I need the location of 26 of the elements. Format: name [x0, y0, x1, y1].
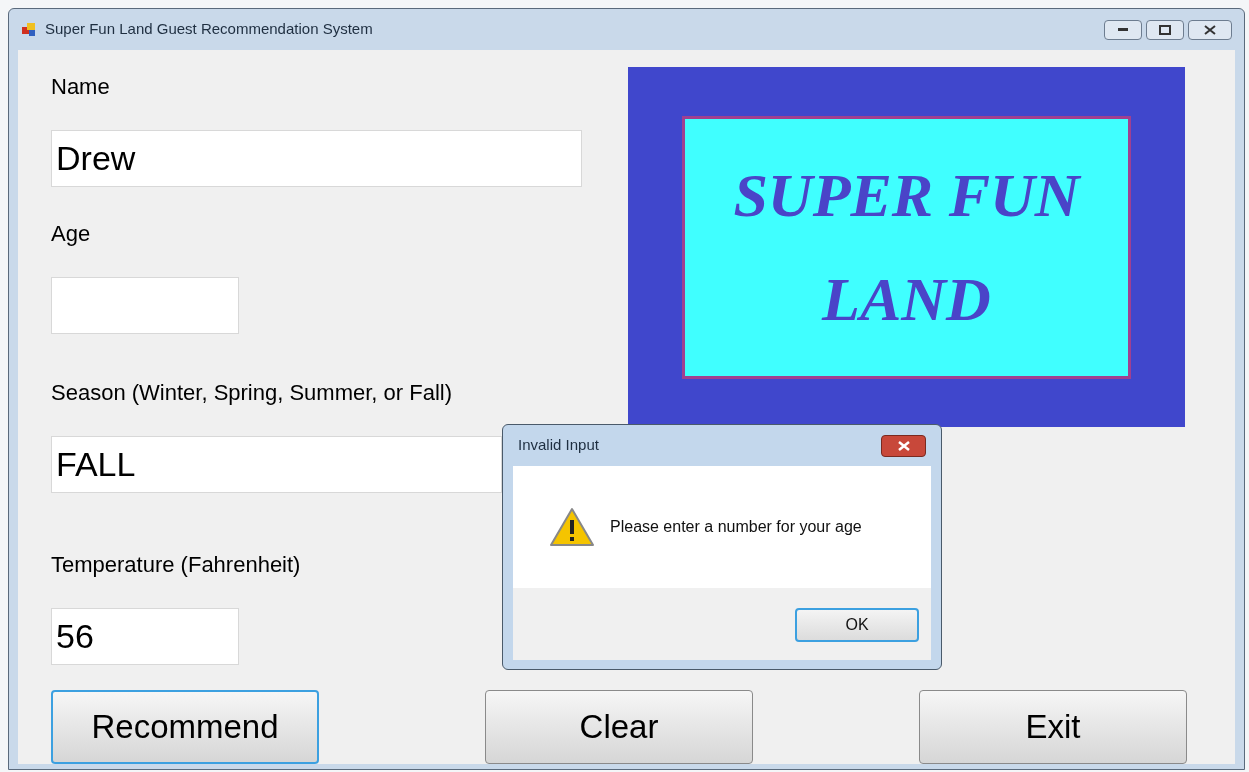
input-field[interactable]: [51, 277, 239, 334]
app-icon: [21, 21, 37, 38]
minimize-icon: [1118, 27, 1128, 32]
maximize-icon: [1159, 24, 1171, 35]
maximize-button[interactable]: [1146, 19, 1184, 40]
field-label: Name: [51, 73, 111, 101]
input-field[interactable]: 56: [51, 608, 239, 665]
field-label: Age: [51, 220, 92, 248]
close-icon: [897, 440, 910, 451]
warning-icon: [549, 507, 595, 547]
ok-button[interactable]: OK: [795, 608, 919, 642]
action-button[interactable]: Clear: [485, 690, 753, 764]
close-button[interactable]: [1188, 19, 1232, 40]
action-button[interactable]: Exit: [919, 690, 1187, 764]
minimize-button[interactable]: [1104, 19, 1142, 40]
close-icon: [1204, 24, 1216, 35]
close-button[interactable]: [881, 434, 926, 457]
action-button[interactable]: Recommend: [51, 690, 319, 764]
logo-text: SUPER FUN LAND: [732, 160, 1083, 335]
window-title: Super Fun Land Guest Recommendation System: [45, 19, 373, 40]
field-label: Temperature (Fahrenheit): [51, 551, 302, 579]
dialog-message: Please enter a number for your age: [610, 517, 862, 537]
input-field[interactable]: FALL: [51, 436, 502, 493]
field-label: Season (Winter, Spring, Summer, or Fall): [51, 379, 454, 407]
dialog-title: Invalid Input: [518, 435, 599, 456]
input-field[interactable]: Drew: [51, 130, 582, 187]
